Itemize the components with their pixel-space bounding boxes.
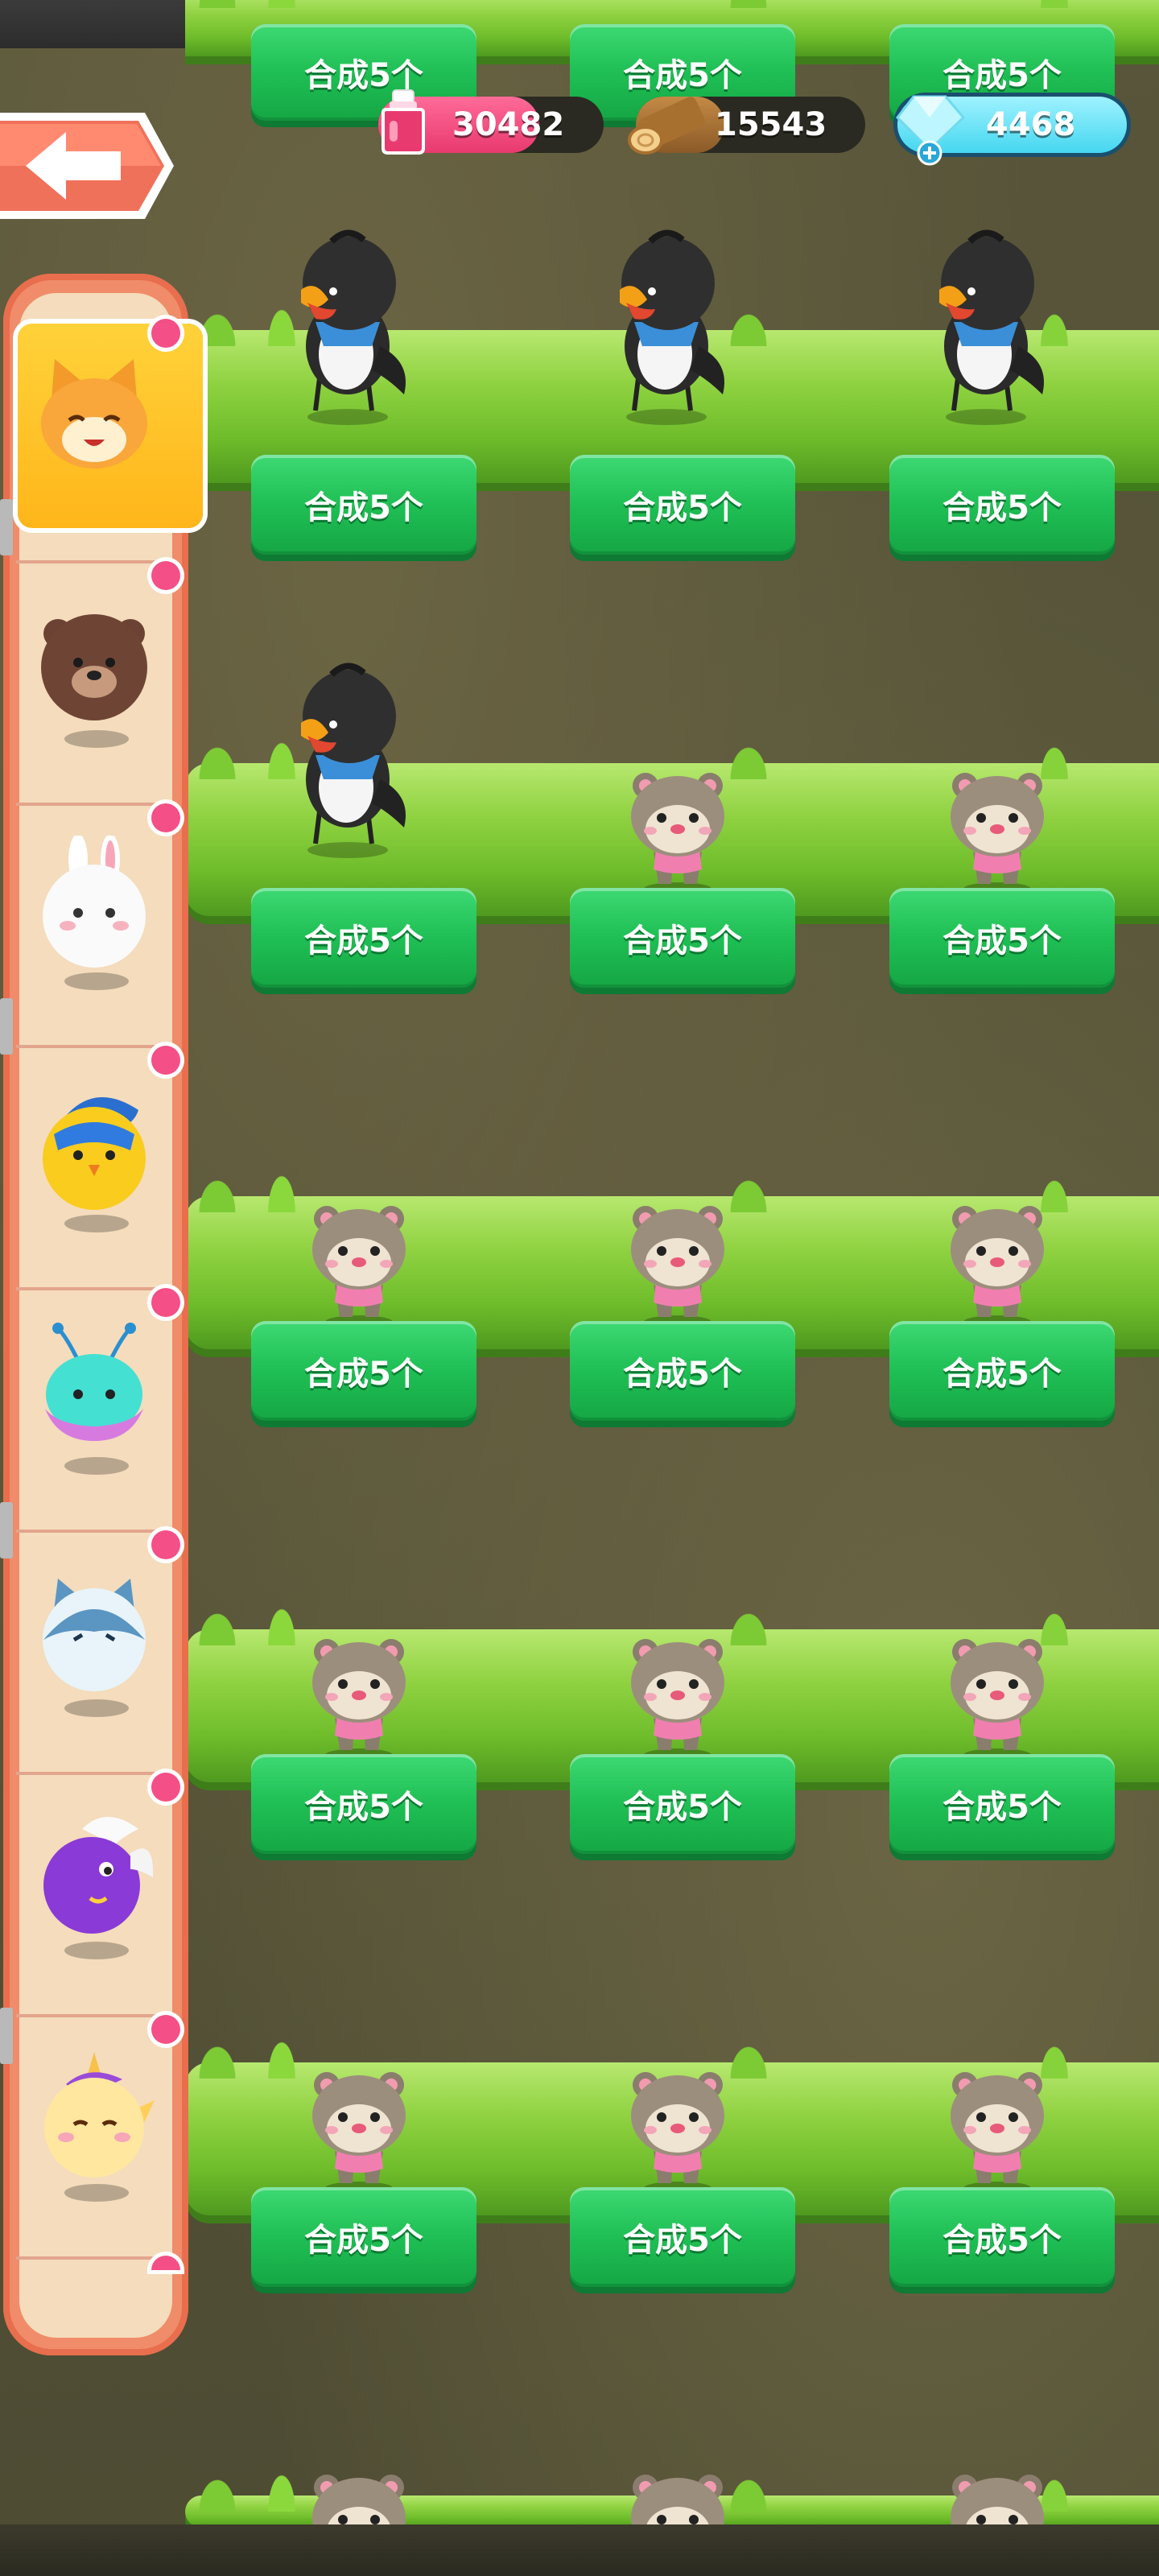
merge-button[interactable]: 合成5个 <box>251 1321 476 1421</box>
notification-badge <box>151 1288 180 1317</box>
hamster-character[interactable] <box>303 2465 415 2524</box>
sidebar-pet-slot[interactable] <box>16 1288 169 1533</box>
sidebar-pet-slot[interactable] <box>16 561 169 806</box>
sidebar-pet-slot[interactable] <box>16 803 169 1048</box>
hamster-character[interactable] <box>621 2465 734 2524</box>
sidebar-pet-slot[interactable] <box>16 2015 169 2260</box>
merge-button[interactable]: 合成5个 <box>570 2187 795 2287</box>
hamster-character[interactable] <box>941 763 1054 896</box>
merge-button[interactable]: 合成5个 <box>251 888 476 988</box>
scroll-marker <box>0 2008 13 2064</box>
pet-shadow <box>64 1215 129 1232</box>
notification-badge <box>151 2015 180 2044</box>
magpie-character[interactable] <box>283 225 412 427</box>
merge-button[interactable]: 合成5个 <box>570 888 795 988</box>
alien-pet-icon <box>34 1320 155 1457</box>
hamster-character[interactable] <box>621 763 734 896</box>
hamster-character[interactable] <box>941 1629 1054 1762</box>
gem-icon <box>896 95 966 166</box>
merge-button[interactable]: 合成5个 <box>889 888 1115 988</box>
notification-badge <box>151 319 180 348</box>
hamster-character[interactable] <box>303 1629 415 1762</box>
sidebar-pet-slot[interactable] <box>16 319 169 564</box>
potion-value: 30482 <box>452 106 565 143</box>
merge-button[interactable]: 合成5个 <box>251 2187 476 2287</box>
wood-value: 15543 <box>715 106 827 143</box>
shark-cat-pet-icon <box>34 1563 155 1699</box>
hamster-character[interactable] <box>941 2062 1054 2195</box>
merge-button[interactable]: 合成5个 <box>889 2187 1115 2287</box>
wood-log-icon <box>628 97 705 155</box>
gem-counter: 4468 <box>896 95 1127 166</box>
pet-shadow <box>64 972 129 990</box>
merge-button[interactable]: 合成5个 <box>889 1754 1115 1854</box>
wood-counter: 15543 <box>628 97 865 155</box>
sidebar-pet-slot[interactable] <box>16 1046 169 1290</box>
potion-counter: 30482 <box>378 89 604 155</box>
pet-shadow <box>64 1699 129 1717</box>
merge-button[interactable]: 合成5个 <box>889 455 1115 555</box>
hamster-character[interactable] <box>621 2062 734 2195</box>
pet-shadow <box>64 1457 129 1475</box>
merge-button[interactable]: 合成5个 <box>251 1754 476 1854</box>
notification-badge <box>151 1773 180 1802</box>
notification-badge <box>151 1046 180 1075</box>
bottom-bar <box>0 2524 1159 2576</box>
hamster-character[interactable] <box>941 2465 1054 2524</box>
scroll-marker <box>0 998 13 1055</box>
merge-button[interactable]: 合成5个 <box>570 455 795 555</box>
magpie-character[interactable] <box>922 225 1050 427</box>
bird-pet-icon <box>34 1078 155 1215</box>
gem-value: 4468 <box>986 106 1076 143</box>
notification-badge <box>151 803 180 832</box>
cat-pet-icon <box>34 351 155 488</box>
rabbit-pet-icon <box>34 834 155 972</box>
merge-button[interactable]: 合成5个 <box>889 1321 1115 1421</box>
hamster-character[interactable] <box>303 2062 415 2195</box>
potion-icon <box>382 89 425 155</box>
magpie-character[interactable] <box>283 658 412 860</box>
scroll-marker <box>0 499 13 555</box>
hamster-character[interactable] <box>621 1629 734 1762</box>
magpie-character[interactable] <box>602 225 731 427</box>
notification-badge <box>151 561 180 590</box>
unicorn-pet-icon <box>34 2047 155 2184</box>
back-button[interactable] <box>0 103 177 229</box>
pet-shadow <box>64 730 129 748</box>
hamster-character[interactable] <box>941 1196 1054 1329</box>
scroll-marker <box>0 1502 13 1558</box>
merge-button[interactable]: 合成5个 <box>570 1321 795 1421</box>
bear-pet-icon <box>34 593 155 730</box>
merge-button[interactable]: 合成5个 <box>251 455 476 555</box>
hamster-character[interactable] <box>621 1196 734 1329</box>
pet-shadow <box>64 1942 129 1959</box>
pet-shadow <box>64 2184 129 2202</box>
purple-pet-icon <box>34 1805 155 1942</box>
merge-button[interactable]: 合成5个 <box>570 1754 795 1854</box>
sidebar-pet-slot[interactable] <box>16 1530 169 1775</box>
hamster-character[interactable] <box>303 1196 415 1329</box>
sidebar-pet-slot[interactable] <box>16 1773 169 2017</box>
notification-badge <box>151 1530 180 1559</box>
